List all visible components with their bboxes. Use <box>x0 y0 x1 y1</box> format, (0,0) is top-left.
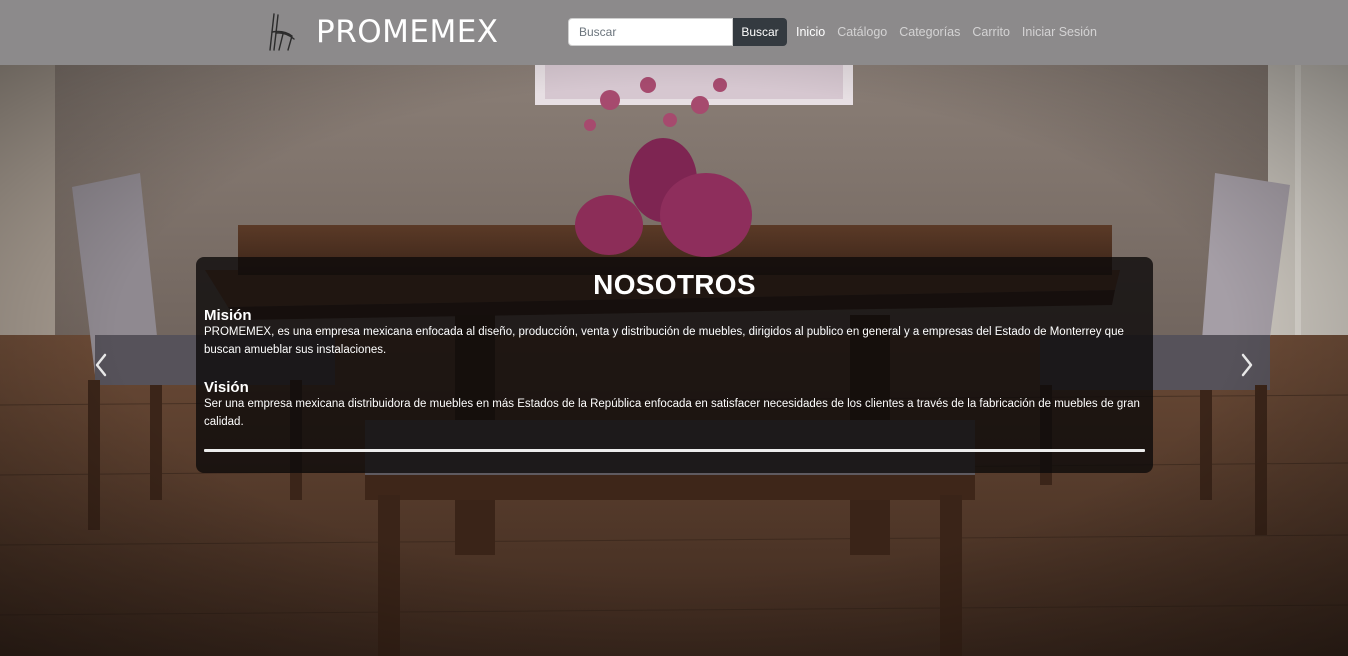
search-input[interactable] <box>568 18 733 46</box>
chair-logo-icon[interactable] <box>266 12 298 52</box>
nav-link-carrito[interactable]: Carrito <box>972 24 1010 41</box>
hero-carousel: NOSOTROS Misión PROMEMEX, es una empresa… <box>0 65 1348 656</box>
nav-link-categorias[interactable]: Categorías <box>899 24 960 41</box>
nav-link-inicio[interactable]: Inicio <box>796 24 825 41</box>
divider <box>204 449 1145 452</box>
about-caption-panel: NOSOTROS Misión PROMEMEX, es una empresa… <box>196 257 1153 473</box>
nav-link-catalogo[interactable]: Catálogo <box>837 24 887 41</box>
search-button[interactable]: Buscar <box>733 18 787 46</box>
vision-text: Ser una empresa mexicana distribuidora d… <box>204 398 1140 428</box>
brand-name[interactable]: PROMEMEX <box>316 13 499 51</box>
chevron-right-icon[interactable] <box>1235 345 1259 385</box>
nav-link-iniciar-sesion[interactable]: Iniciar Sesión <box>1022 24 1097 41</box>
mision-text: PROMEMEX, es una empresa mexicana enfoca… <box>204 326 1124 356</box>
navbar: PROMEMEX Buscar Inicio Catálogo Categorí… <box>0 0 1348 65</box>
nav-links: Inicio Catálogo Categorías Carrito Inici… <box>796 24 1097 41</box>
page-title: NOSOTROS <box>593 269 756 300</box>
chevron-left-icon[interactable] <box>89 345 113 385</box>
